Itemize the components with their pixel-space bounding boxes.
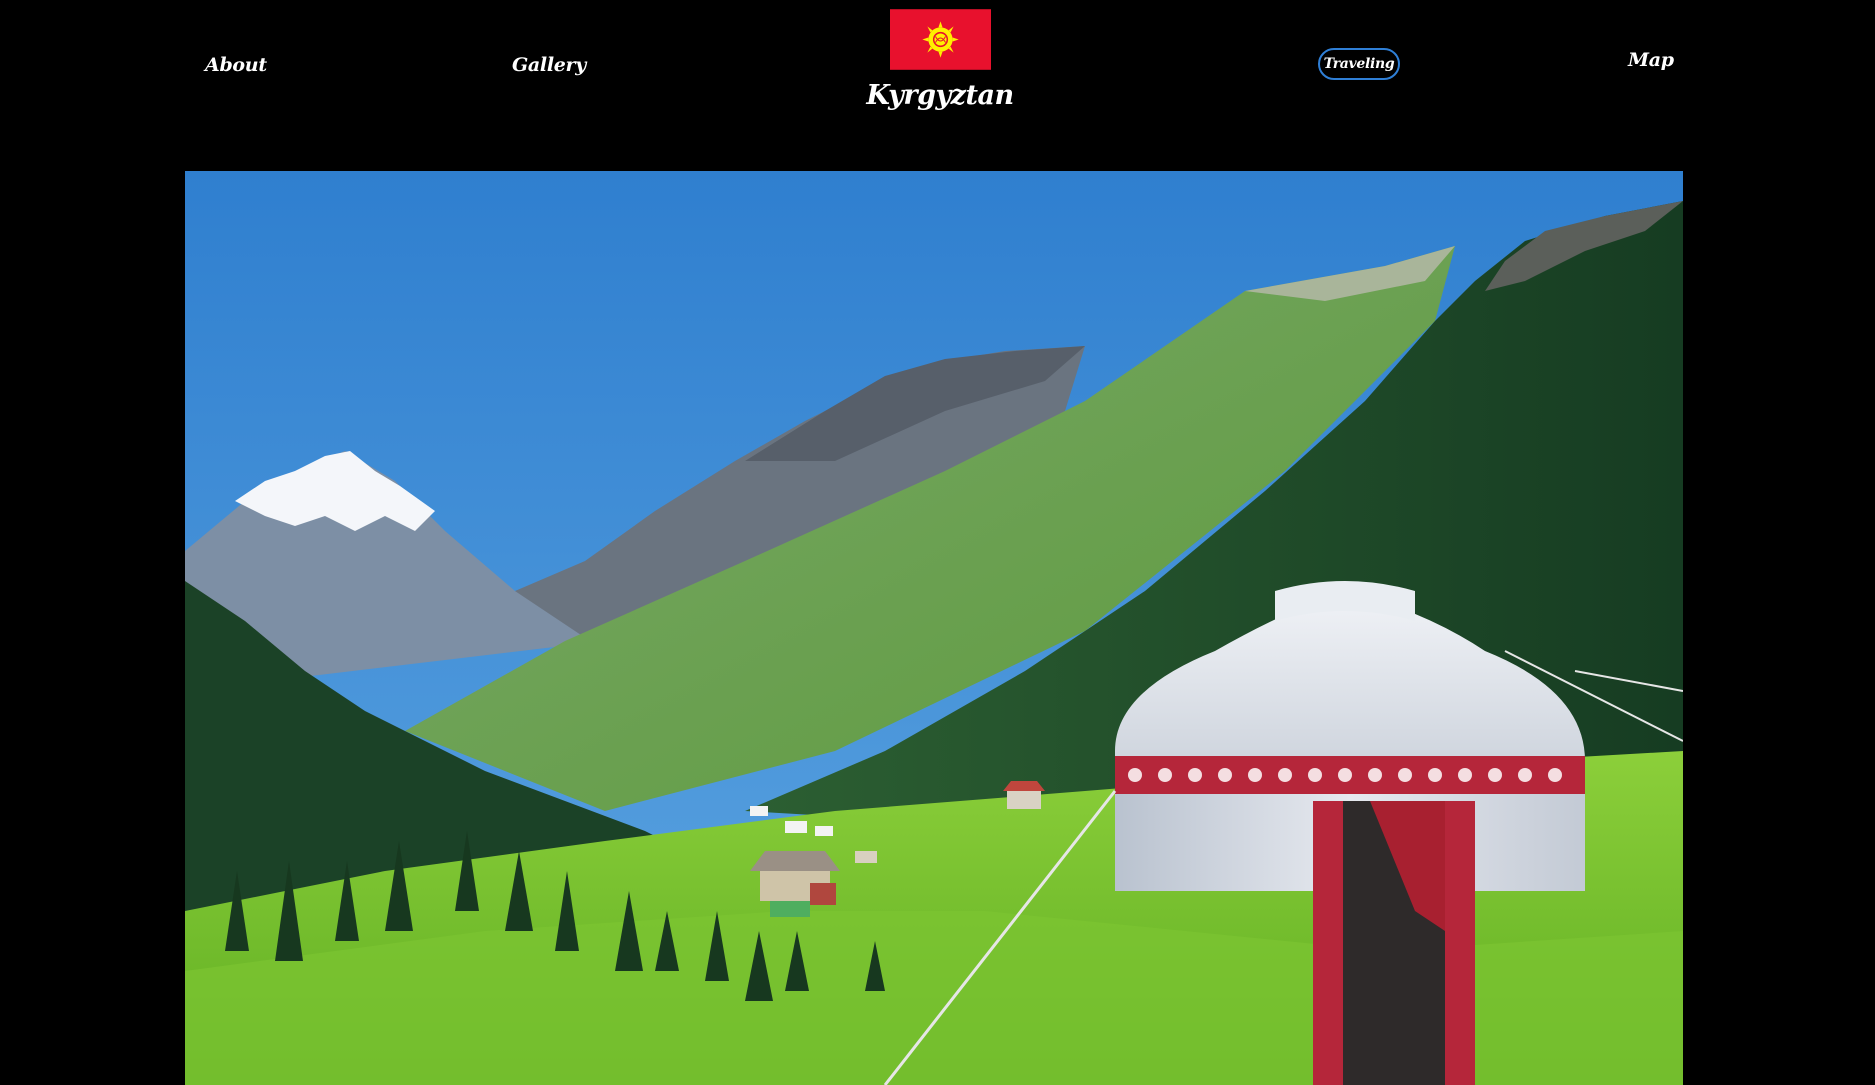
hero-image [185,171,1683,1085]
nav-traveling-link[interactable]: Traveling [1318,48,1400,80]
site-header: About Gallery Kyrgyztan Traveling Map [0,0,1875,171]
kyrgyzstan-flag-icon [889,9,991,70]
nav-gallery-link[interactable]: Gallery [512,54,586,76]
brand[interactable]: Kyrgyztan [840,9,1040,111]
mountain-valley-yurt-photo [185,171,1683,1085]
nav-about-link[interactable]: About [205,54,267,76]
site-title: Kyrgyztan [866,80,1014,111]
nav-map-link[interactable]: Map [1628,49,1674,71]
